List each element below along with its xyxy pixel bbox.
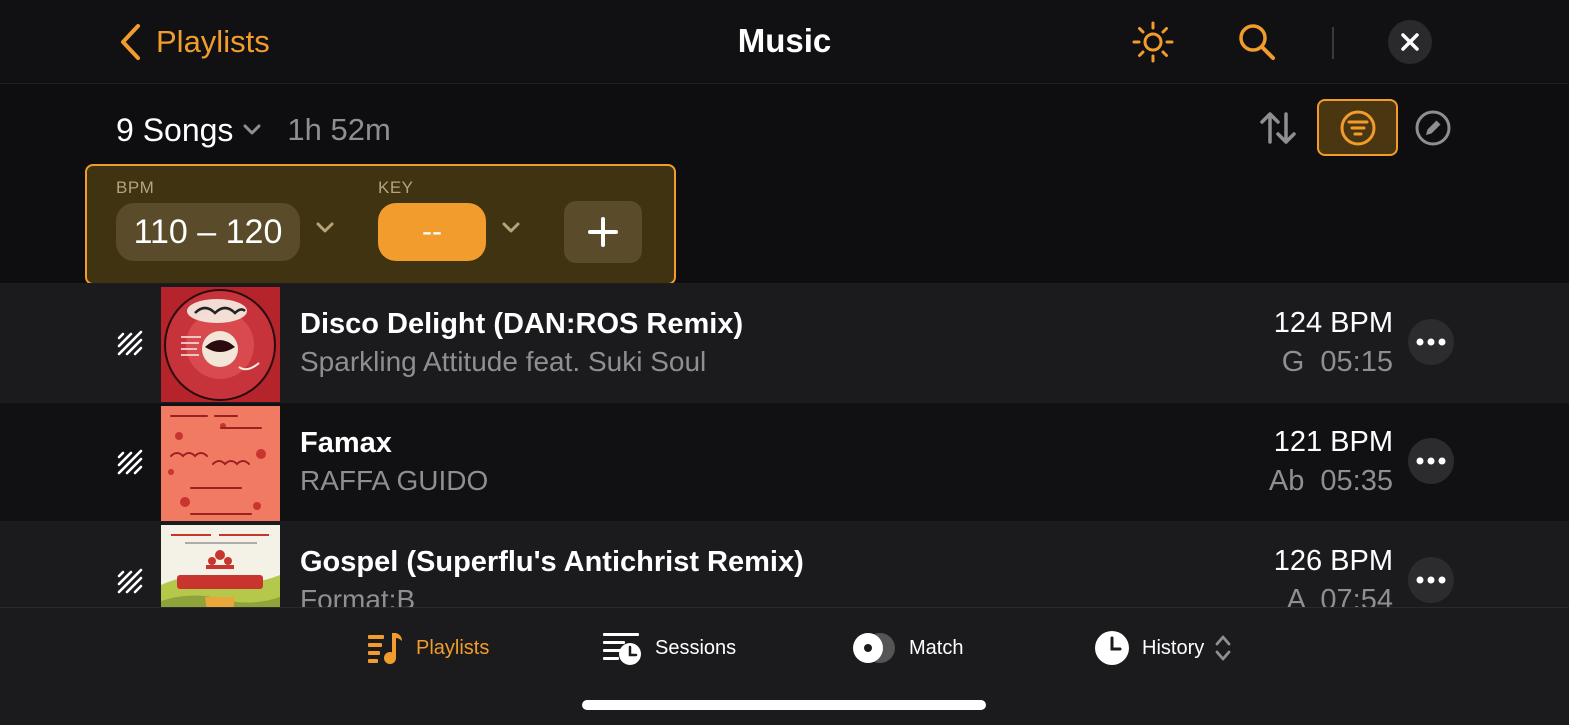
song-length: 07:54: [1320, 584, 1393, 607]
song-row[interactable]: Famax RAFFA GUIDO 121 BPM Ab 05:35: [0, 402, 1569, 522]
songs-count-label: 9 Songs: [116, 111, 234, 148]
bpm-chevron-down-icon[interactable]: [316, 222, 334, 234]
match-icon: [853, 633, 895, 663]
search-button[interactable]: [1235, 20, 1279, 64]
top-bar: Playlists Music: [0, 0, 1569, 84]
song-title: Disco Delight (DAN:ROS Remix): [300, 308, 744, 340]
song-length: 05:35: [1320, 465, 1393, 497]
filter-icon: [1340, 110, 1375, 145]
sort-icon: [1260, 112, 1296, 144]
song-key-length: G 05:15: [1282, 346, 1393, 379]
song-row[interactable]: Gospel (Superflu's Antichrist Remix) For…: [0, 521, 1569, 607]
plus-icon: [588, 217, 618, 247]
tab-playlists[interactable]: Playlists: [366, 628, 489, 668]
songs-summary: 9 Songs 1h 52m: [116, 110, 391, 150]
album-art: [161, 287, 280, 403]
bpm-range-selector[interactable]: 110 – 120: [116, 203, 300, 261]
tab-history[interactable]: History: [1094, 628, 1232, 668]
search-icon: [1239, 24, 1275, 60]
more-options-button[interactable]: [1408, 438, 1454, 484]
total-duration: 1h 52m: [287, 112, 391, 147]
song-key-length: Ab 05:35: [1269, 465, 1393, 498]
tab-label: Match: [909, 636, 964, 659]
song-title: Gospel (Superflu's Antichrist Remix): [300, 546, 804, 578]
ellipsis-icon: [1416, 338, 1446, 346]
ellipsis-icon: [1416, 457, 1446, 465]
add-filter-button[interactable]: [564, 201, 642, 263]
song-bpm: 124 BPM: [1273, 307, 1393, 339]
no-waveform-icon: [117, 330, 143, 356]
key-selector[interactable]: --: [378, 203, 486, 261]
key-chevron-down-icon[interactable]: [502, 222, 520, 234]
filter-button[interactable]: [1317, 99, 1398, 156]
home-indicator[interactable]: [582, 700, 986, 710]
brightness-icon: [1132, 21, 1174, 63]
song-key: Ab: [1268, 465, 1305, 497]
playlists-icon: [368, 633, 402, 664]
edit-button[interactable]: [1413, 108, 1453, 148]
song-bpm: 126 BPM: [1273, 545, 1393, 577]
song-key: A: [1286, 584, 1305, 607]
sessions-icon: [603, 633, 641, 665]
song-row[interactable]: Disco Delight (DAN:ROS Remix) Sparkling …: [0, 283, 1569, 403]
history-icon: [1095, 631, 1129, 665]
brightness-button[interactable]: [1131, 20, 1175, 64]
close-icon: [1401, 33, 1419, 51]
no-waveform-icon: [117, 449, 143, 475]
back-label: Playlists: [156, 24, 270, 59]
songs-count-dropdown[interactable]: 9 Songs: [116, 112, 261, 149]
filter-panel: BPM 110 – 120 KEY --: [85, 164, 676, 285]
back-to-playlists-button[interactable]: Playlists: [118, 22, 270, 62]
tab-sessions[interactable]: Sessions: [601, 628, 736, 668]
song-list: Disco Delight (DAN:ROS Remix) Sparkling …: [0, 283, 1569, 607]
ellipsis-icon: [1416, 576, 1446, 584]
more-options-button[interactable]: [1408, 557, 1454, 603]
song-length: 05:15: [1320, 346, 1393, 378]
chevron-left-icon: [121, 24, 140, 60]
chevron-down-icon: [243, 124, 261, 135]
song-artist: RAFFA GUIDO: [300, 465, 489, 496]
song-artist: Sparkling Attitude feat. Suki Soul: [300, 346, 707, 377]
divider: [1332, 27, 1334, 59]
album-art: [161, 406, 280, 522]
song-key: G: [1281, 346, 1305, 378]
key-filter-label: KEY: [378, 178, 414, 197]
song-artist: Format:B: [300, 584, 416, 607]
sort-button[interactable]: [1258, 108, 1298, 148]
song-key-length: A 07:54: [1287, 584, 1393, 607]
close-button[interactable]: [1388, 20, 1432, 64]
song-bpm: 121 BPM: [1273, 426, 1393, 458]
no-waveform-icon: [117, 568, 143, 594]
bpm-filter-label: BPM: [116, 178, 155, 197]
bottom-tab-bar: Playlists Sessions Match History: [0, 607, 1569, 725]
album-art: [161, 525, 280, 607]
tab-label: Playlists: [416, 636, 490, 659]
tab-label: History: [1142, 636, 1205, 659]
chevron-up-down-icon[interactable]: [1214, 633, 1232, 663]
tab-label: Sessions: [655, 636, 737, 659]
song-title: Famax: [300, 427, 392, 459]
edit-icon: [1415, 110, 1451, 146]
more-options-button[interactable]: [1408, 319, 1454, 365]
tab-match[interactable]: Match: [851, 628, 963, 668]
